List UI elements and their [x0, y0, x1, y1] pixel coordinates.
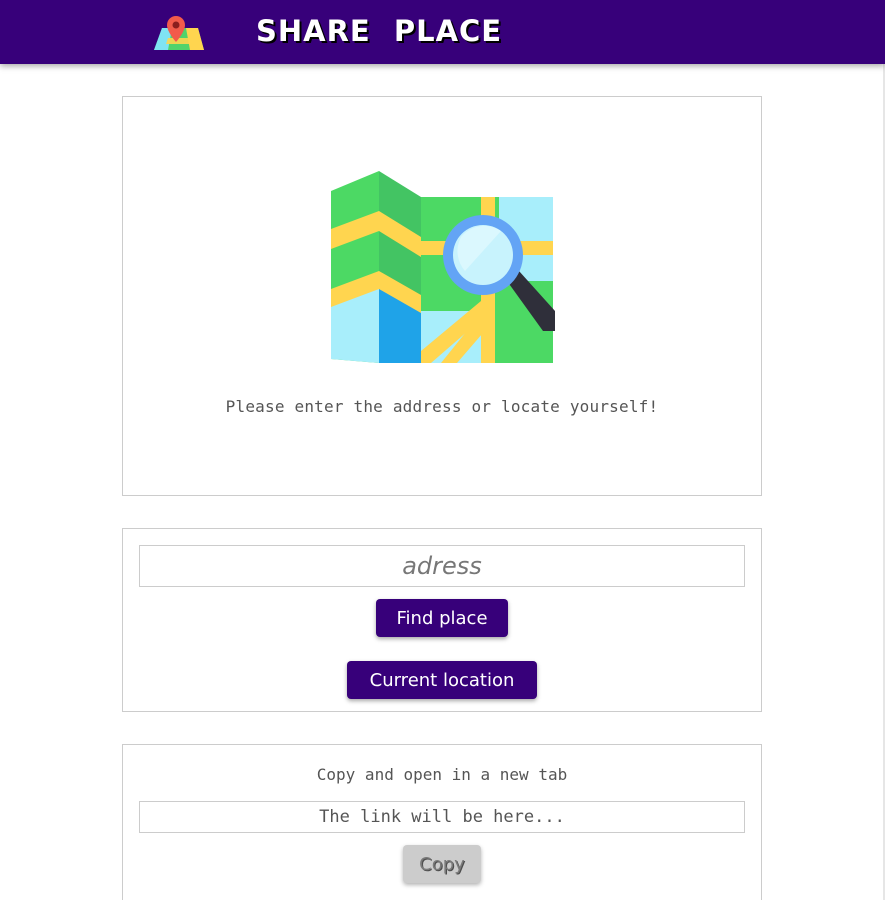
map-search-icon — [331, 171, 555, 363]
current-location-button[interactable]: Current location — [347, 661, 537, 699]
map-hint-text: Please enter the address or locate yours… — [225, 397, 659, 416]
search-panel: Find place Current location — [122, 528, 762, 712]
address-input[interactable] — [139, 545, 745, 587]
map-pin-icon — [154, 16, 204, 50]
copy-button[interactable]: Copy — [403, 845, 481, 883]
find-place-button[interactable]: Find place — [376, 599, 508, 637]
app-header: SHARE PLACE — [0, 0, 885, 64]
app-title: SHARE PLACE — [256, 14, 503, 48]
map-panel: Please enter the address or locate yours… — [122, 96, 762, 496]
share-link-input[interactable] — [139, 801, 745, 833]
share-panel: Copy and open in a new tab Copy — [122, 744, 762, 900]
share-label: Copy and open in a new tab — [316, 765, 568, 784]
